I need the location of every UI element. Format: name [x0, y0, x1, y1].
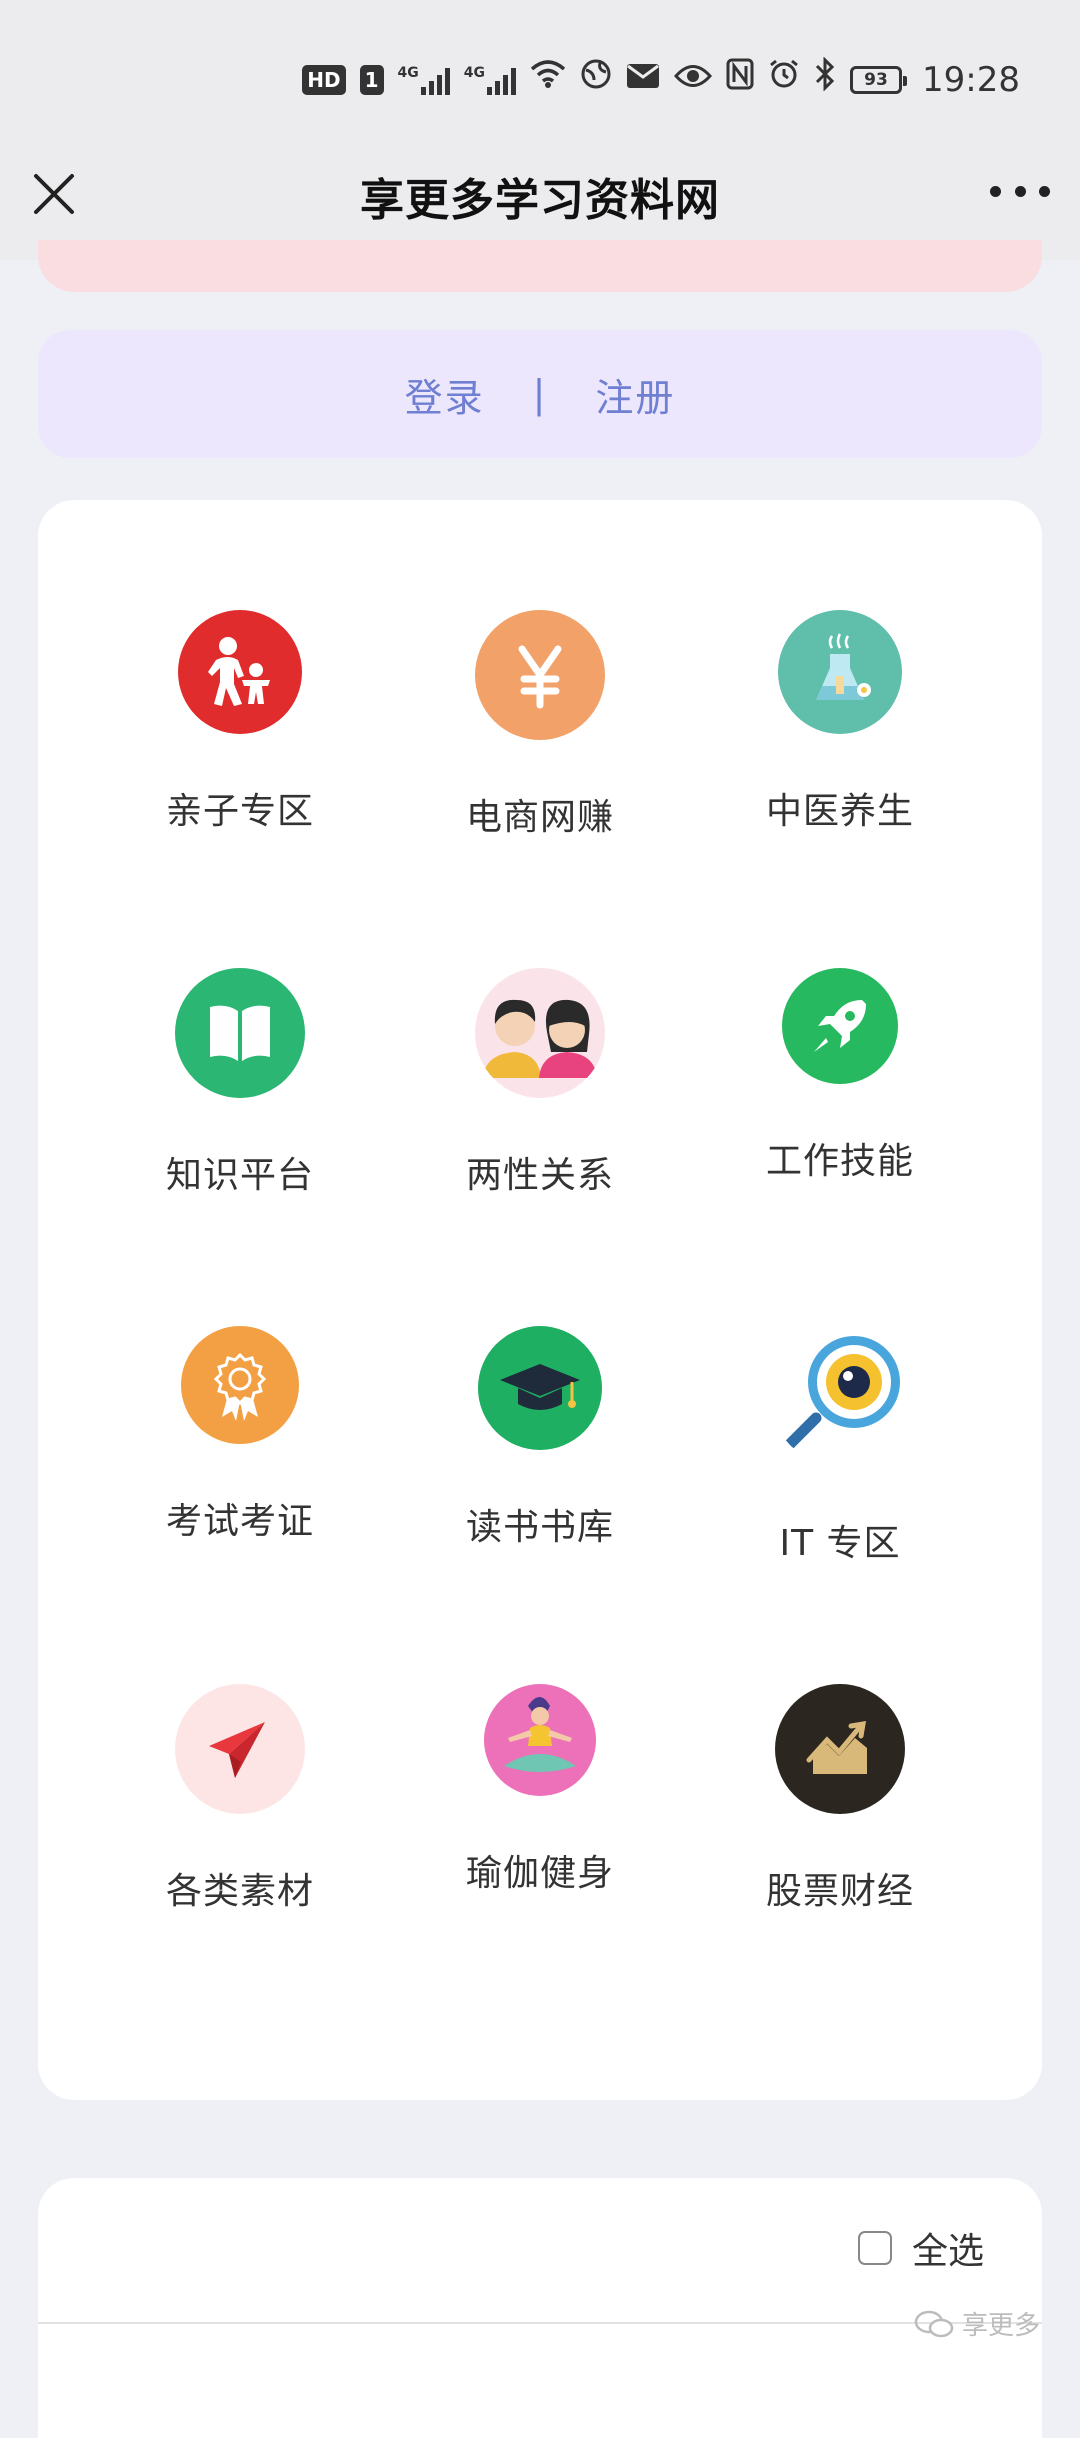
status-icons: HD 1 4G 4G 93 19:28 [302, 55, 1020, 104]
magnifier-icon [770, 1326, 910, 1466]
wechat-icon [914, 2310, 954, 2337]
vpn-globe-icon [580, 58, 612, 103]
category-exams[interactable]: 考试考证 [90, 1326, 390, 1544]
category-ecommerce[interactable]: 电商网赚 [390, 610, 690, 840]
badge-icon [181, 1326, 299, 1444]
nfc-icon [726, 58, 754, 103]
select-all-checkbox[interactable]: 全选 [857, 2222, 984, 2274]
category-parent-child[interactable]: 亲子专区 [90, 610, 390, 834]
clock: 19:28 [922, 60, 1020, 100]
auth-separator: | [532, 372, 548, 416]
category-label: 股票财经 [765, 1871, 914, 1912]
open-book-icon [175, 968, 305, 1098]
hd-badge: HD [302, 65, 346, 95]
stock-chart-icon [775, 1684, 905, 1814]
login-link[interactable]: 登录 [405, 367, 485, 422]
category-label: IT 专区 [779, 1523, 901, 1564]
category-label: 两性关系 [465, 1155, 614, 1196]
graduation-cap-icon [478, 1326, 602, 1450]
checkbox[interactable] [857, 2231, 892, 2265]
couple-icon [475, 968, 605, 1098]
select-all-label: 全选 [911, 2231, 984, 2272]
category-label: 考试考证 [165, 1501, 314, 1542]
category-it[interactable]: IT 专区 [690, 1326, 990, 1566]
category-label: 知识平台 [165, 1155, 314, 1196]
signal-2-icon: 4G [464, 65, 517, 95]
file-list-card: 全选 [38, 2178, 1042, 2438]
register-link[interactable]: 注册 [595, 367, 675, 422]
more-dots-icon[interactable] [990, 166, 1050, 216]
eye-icon [674, 58, 713, 102]
rocket-icon [782, 968, 898, 1084]
herbal-flask-icon [778, 610, 902, 734]
bluetooth-icon [814, 55, 836, 104]
yoga-icon [484, 1684, 596, 1796]
category-yoga[interactable]: 瑜伽健身 [390, 1684, 690, 1896]
category-label: 瑜伽健身 [465, 1853, 614, 1894]
auth-card: 登录 | 注册 [38, 330, 1042, 458]
paper-plane-icon [175, 1684, 305, 1814]
divider [38, 2322, 1042, 2324]
category-label: 中医养生 [765, 791, 914, 832]
watermark: 享更多 [914, 2305, 1040, 2342]
sim-badge: 1 [359, 65, 384, 95]
banner-card [38, 240, 1042, 292]
category-materials[interactable]: 各类素材 [90, 1684, 390, 1914]
category-stocks[interactable]: 股票财经 [690, 1684, 990, 1914]
parent-child-icon [178, 610, 302, 734]
category-label: 读书书库 [465, 1507, 614, 1548]
category-work-skills[interactable]: 工作技能 [690, 968, 990, 1184]
signal-1-icon: 4G [398, 65, 450, 95]
page-title: 享更多学习资料网 [360, 175, 720, 226]
alarm-icon [768, 58, 800, 103]
category-label: 亲子专区 [165, 791, 314, 832]
category-label: 工作技能 [765, 1141, 914, 1182]
category-grid: 亲子专区 电商网赚 中医养生 知识平台 两性关系 工作技能 考试考证 读书书库 … [38, 500, 1042, 2100]
wifi-icon [530, 58, 566, 102]
category-label: 各类素材 [165, 1871, 314, 1912]
category-relationship[interactable]: 两性关系 [390, 968, 690, 1198]
mail-icon [626, 58, 660, 102]
yen-icon [475, 610, 605, 740]
category-tcm[interactable]: 中医养生 [690, 610, 990, 834]
watermark-text: 享更多 [961, 2311, 1040, 2341]
category-books[interactable]: 读书书库 [390, 1326, 690, 1550]
status-bar: HD 1 4G 4G 93 19:28 [0, 0, 1080, 150]
battery-icon: 93 [850, 66, 908, 94]
category-label: 电商网赚 [465, 797, 614, 838]
category-knowledge[interactable]: 知识平台 [90, 968, 390, 1198]
